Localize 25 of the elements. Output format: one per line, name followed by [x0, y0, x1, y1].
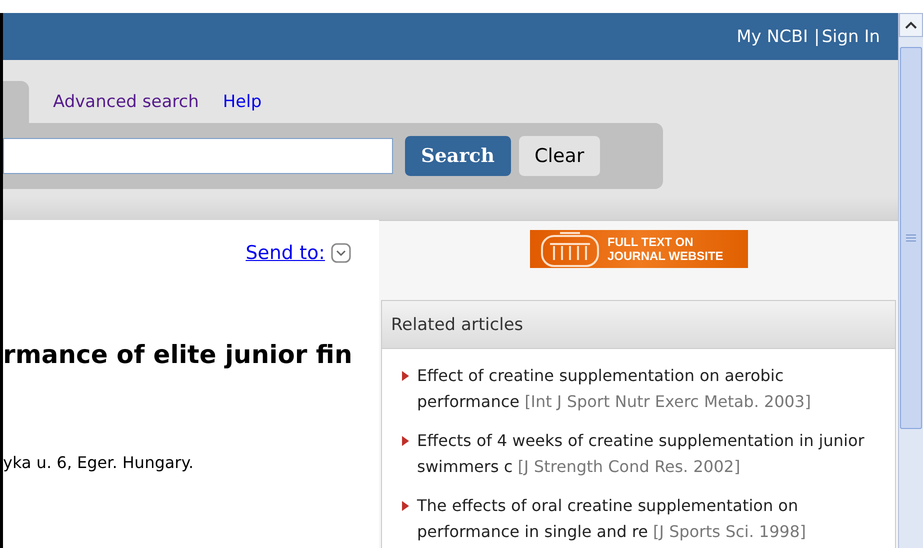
bullet-icon [402, 501, 409, 511]
search-button[interactable]: Search [405, 136, 511, 176]
panel-heading: Related articles [382, 301, 895, 349]
search-field[interactable] [3, 138, 393, 174]
related-article-link[interactable]: Effects of 4 weeks of creatine supplementation in junior swimmers c [J Strength Cond Res. 2002] [417, 428, 889, 480]
related-article-link[interactable]: Effect of creatine supplementation on aerobic performance [Int J Sport Nutr Exerc Metab. 2003] [417, 363, 889, 415]
separator: | [814, 26, 820, 46]
sign-in-link[interactable]: Sign In [822, 26, 880, 46]
bullet-icon [402, 436, 409, 446]
article-title: rmance of elite junior fin [3, 340, 354, 369]
clear-button[interactable]: Clear [518, 136, 600, 176]
scroll-thumb[interactable] [900, 47, 922, 429]
related-article-link[interactable]: The effects of oral creatine supplementation on performance in single and re [J Sports Sci. 1998] [417, 493, 889, 545]
scroll-up-button[interactable] [899, 13, 923, 37]
banner-text: FULL TEXT ON JOURNAL WEBSITE [608, 234, 724, 264]
bullet-icon [402, 371, 409, 381]
send-to-link[interactable]: Send to: [246, 242, 325, 264]
caret-icon [905, 21, 917, 29]
nav-link[interactable]: Advanced search [53, 92, 199, 112]
my-ncbi-link[interactable]: My NCBI [736, 26, 808, 46]
nav-link[interactable]: Help [222, 92, 262, 112]
building-icon [540, 230, 600, 268]
affiliation-text: yka u. 6, Eger. Hungary. [3, 453, 195, 472]
dropdown-icon[interactable] [331, 243, 351, 263]
grip-icon [906, 234, 916, 242]
